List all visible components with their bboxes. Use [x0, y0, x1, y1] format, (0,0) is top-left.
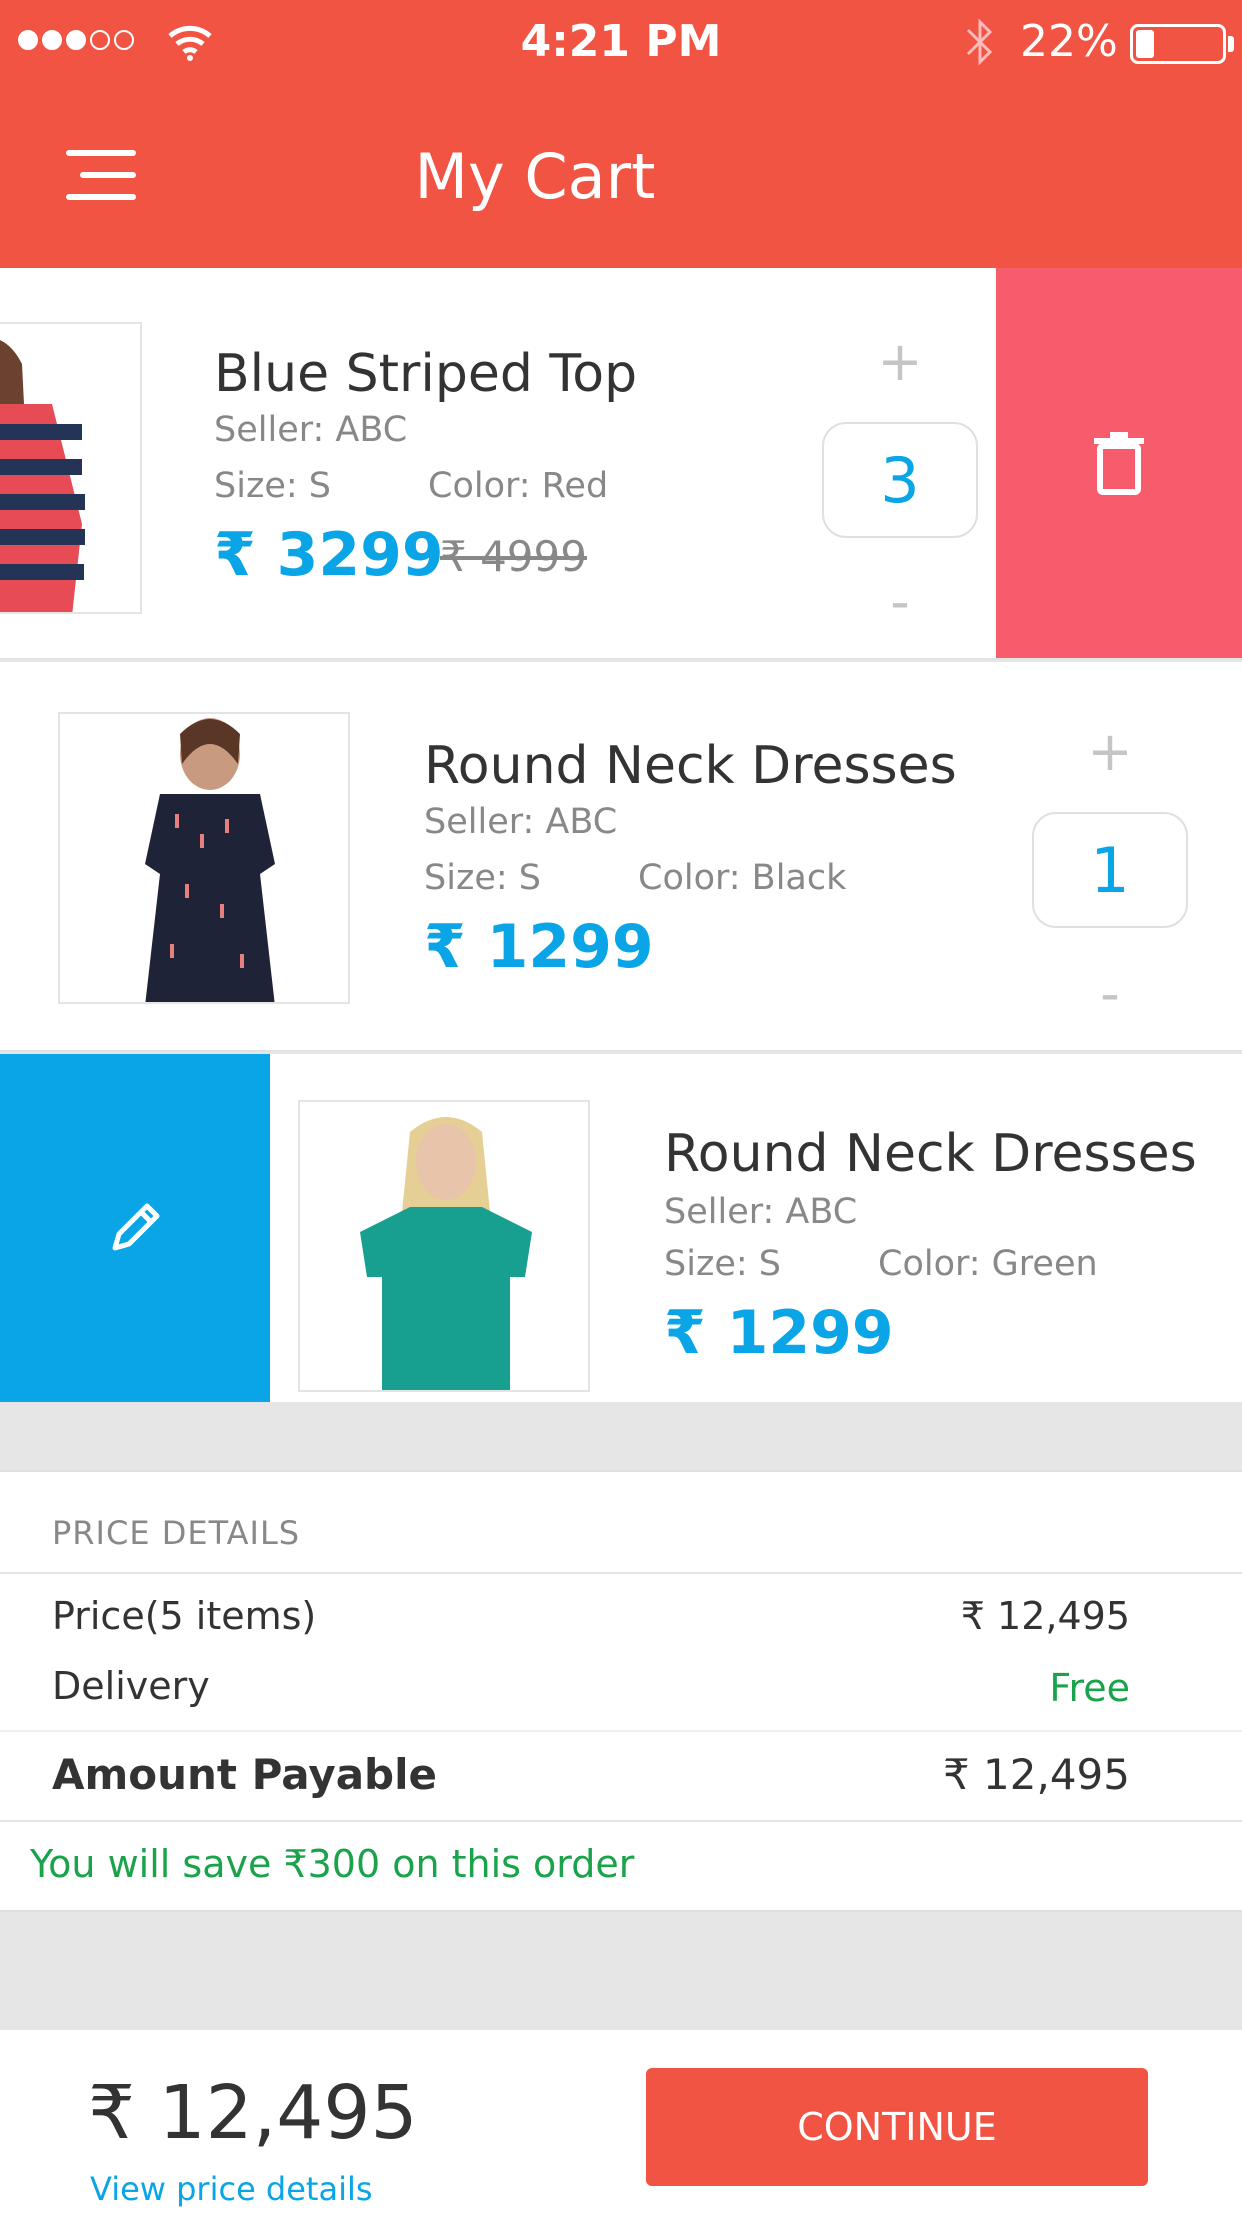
cart-item[interactable]: Blue Striped Top Seller: ABC Size: S Col… — [0, 268, 1242, 660]
total-amount: ₹ 12,495 — [88, 2070, 418, 2156]
divider — [0, 1572, 1242, 1574]
amount-payable-label: Amount Payable — [52, 1750, 437, 1799]
product-seller: Seller: ABC — [664, 1192, 858, 1232]
divider — [0, 1820, 1242, 1822]
quantity-increase-button[interactable]: + — [1070, 720, 1150, 783]
checkout-bar: ₹ 12,495 View price details CONTINUE — [0, 2030, 1242, 2215]
product-size: Size: S — [214, 466, 331, 506]
product-name: Round Neck Dresses — [424, 736, 957, 796]
battery-icon — [1130, 24, 1226, 64]
cart-item[interactable]: Round Neck Dresses Seller: ABC Size: S C… — [0, 662, 1242, 1052]
page-title: My Cart — [414, 140, 656, 213]
product-seller: Seller: ABC — [214, 410, 408, 450]
delivery-label: Delivery — [52, 1664, 210, 1708]
view-price-details-link[interactable]: View price details — [90, 2170, 373, 2208]
product-price: ₹ 1299 — [664, 1298, 894, 1368]
quantity-increase-button[interactable]: + — [860, 330, 940, 393]
product-price: ₹ 1299 — [424, 912, 654, 982]
app-header: 4:21 PM 22% My Cart — [0, 0, 1242, 268]
edit-item-button[interactable] — [0, 1054, 270, 1402]
product-size: Size: S — [664, 1244, 781, 1284]
divider — [0, 1730, 1242, 1732]
bluetooth-icon — [966, 18, 993, 66]
product-original-price: ₹ 4999 — [440, 532, 587, 581]
product-name: Round Neck Dresses — [664, 1124, 1197, 1184]
product-image — [0, 322, 142, 614]
price-details-card: PRICE DETAILS Price(5 items) ₹ 12,495 De… — [0, 1470, 1242, 1912]
cart-item[interactable]: Round Neck Dresses Seller: ABC Size: S C… — [0, 1054, 1242, 1402]
savings-message: You will save ₹300 on this order — [30, 1842, 635, 1886]
product-image — [58, 712, 350, 1004]
product-color: Color: Black — [638, 858, 847, 898]
product-name: Blue Striped Top — [214, 344, 638, 404]
product-image — [298, 1100, 590, 1392]
battery-cap — [1228, 36, 1234, 52]
product-price: ₹ 3299 — [214, 520, 444, 590]
price-value: ₹ 12,495 — [960, 1594, 1130, 1638]
product-size: Size: S — [424, 858, 541, 898]
amount-payable-value: ₹ 12,495 — [942, 1750, 1130, 1799]
quantity-decrease-button[interactable]: - — [1070, 962, 1150, 1025]
status-bar: 4:21 PM 22% — [0, 0, 1242, 85]
delete-item-button[interactable] — [996, 268, 1242, 658]
trash-icon — [1094, 432, 1144, 495]
pencil-icon — [112, 1203, 160, 1251]
quantity-decrease-button[interactable]: - — [860, 570, 940, 633]
continue-button[interactable]: CONTINUE — [646, 2068, 1148, 2186]
price-details-title: PRICE DETAILS — [52, 1514, 301, 1552]
quantity-value: 3 — [822, 422, 978, 538]
product-seller: Seller: ABC — [424, 802, 618, 842]
product-color: Color: Green — [878, 1244, 1098, 1284]
price-label: Price(5 items) — [52, 1594, 317, 1638]
battery-percentage: 22% — [1020, 16, 1118, 67]
delivery-value: Free — [1049, 1666, 1130, 1710]
quantity-value: 1 — [1032, 812, 1188, 928]
product-color: Color: Red — [428, 466, 609, 506]
